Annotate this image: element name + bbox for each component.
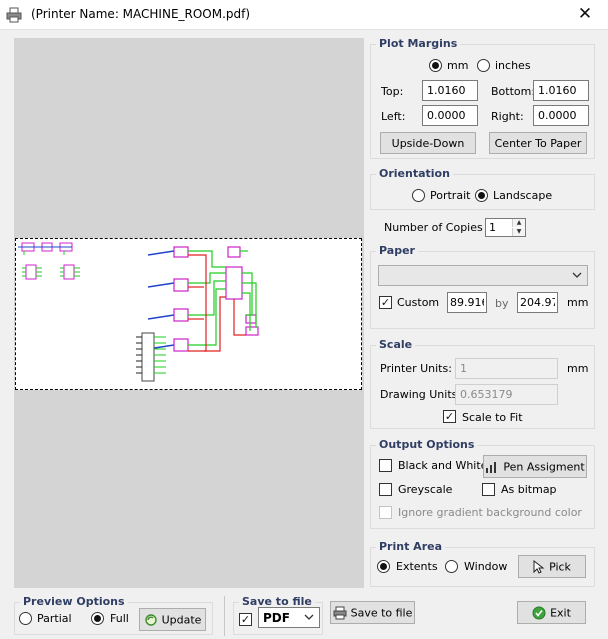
- printer-units-label: Printer Units:: [380, 362, 452, 375]
- ignore-gradient-label: Ignore gradient background color: [398, 506, 582, 519]
- paper-by-label: by: [495, 297, 509, 310]
- pen-assignment-button[interactable]: Pen Assigment: [483, 455, 587, 478]
- schematic-drawing: [18, 242, 259, 382]
- greyscale-label: Greyscale: [398, 483, 453, 496]
- plot-margins-group: Plot Margins mm inches Top: Bottom: Left…: [370, 37, 595, 159]
- top-margin-input[interactable]: [422, 80, 478, 101]
- bar-chart-icon: [486, 461, 497, 473]
- save-to-file-checkbox[interactable]: ✓: [239, 613, 252, 626]
- chevron-down-icon: [572, 272, 582, 278]
- chevron-down-icon: [304, 614, 314, 620]
- printer-icon: [6, 7, 22, 23]
- window-title: (Printer Name: MACHINE_ROOM.pdf): [31, 7, 251, 21]
- full-label: Full: [110, 612, 129, 625]
- save-to-file-label: Save to file: [350, 606, 413, 619]
- copies-up-arrow[interactable]: ▲: [512, 219, 525, 227]
- update-label: Update: [161, 613, 202, 626]
- landscape-label: Landscape: [493, 189, 553, 202]
- unit-mm-radio[interactable]: [429, 59, 442, 72]
- preview-sheet: [15, 238, 362, 390]
- refresh-icon: [144, 613, 157, 626]
- black-white-checkbox[interactable]: [379, 459, 392, 472]
- output-options-legend: Output Options: [376, 438, 478, 451]
- file-format-value: PDF: [263, 611, 290, 625]
- right-margin-input[interactable]: [533, 105, 589, 126]
- print-preview-area[interactable]: [14, 38, 364, 588]
- paper-height-input[interactable]: [517, 292, 558, 313]
- as-bitmap-label: As bitmap: [501, 483, 557, 496]
- scale-to-fit-label: Scale to Fit: [462, 411, 523, 424]
- copies-stepper[interactable]: 1 ▲ ▼: [485, 218, 526, 237]
- extents-radio[interactable]: [377, 560, 390, 573]
- paper-legend: Paper: [376, 244, 418, 257]
- print-area-legend: Print Area: [376, 540, 445, 553]
- save-to-file-group: Save to file ✓ PDF: [233, 595, 323, 635]
- print-area-group: Print Area Extents Window Pick: [370, 540, 595, 587]
- paper-size-select[interactable]: [378, 265, 588, 286]
- paper-group: Paper ✓ Custom by mm: [370, 244, 595, 329]
- bottom-margin-input[interactable]: [533, 80, 589, 101]
- extents-label: Extents: [396, 560, 438, 573]
- copies-value: 1: [489, 221, 496, 234]
- left-margin-label: Left:: [381, 110, 406, 123]
- black-white-label: Black and White: [398, 459, 488, 472]
- bottom-divider: [224, 596, 225, 636]
- portrait-radio[interactable]: [412, 189, 425, 202]
- close-button[interactable]: ✕: [562, 0, 608, 30]
- left-margin-input[interactable]: [422, 105, 478, 126]
- output-options-group: Output Options Black and White Pen Assig…: [370, 438, 595, 529]
- upside-down-button[interactable]: Upside-Down: [380, 132, 476, 154]
- title-bar: (Printer Name: MACHINE_ROOM.pdf) ✕: [0, 0, 608, 30]
- full-radio[interactable]: [91, 612, 104, 625]
- right-margin-label: Right:: [491, 110, 524, 123]
- scale-group: Scale Printer Units: mm Drawing Units: ✓…: [370, 338, 595, 429]
- bottom-margin-label: Bottom:: [491, 85, 536, 98]
- copies-down-arrow[interactable]: ▼: [512, 228, 525, 236]
- greyscale-checkbox[interactable]: [379, 483, 392, 496]
- window-label: Window: [464, 560, 508, 573]
- custom-paper-checkbox[interactable]: ✓: [379, 296, 392, 309]
- pick-label: Pick: [549, 560, 571, 573]
- landscape-radio[interactable]: [475, 189, 488, 202]
- cursor-icon: [533, 559, 545, 574]
- window-radio[interactable]: [445, 560, 458, 573]
- top-margin-label: Top:: [381, 85, 404, 98]
- exit-label: Exit: [550, 606, 571, 619]
- custom-paper-label: Custom: [397, 296, 440, 309]
- exit-button[interactable]: Exit: [517, 601, 586, 624]
- portrait-label: Portrait: [430, 189, 471, 202]
- ignore-gradient-checkbox: [379, 506, 392, 519]
- preview-options-group: Preview Options Partial Full Update: [14, 595, 213, 635]
- partial-radio[interactable]: [19, 612, 32, 625]
- as-bitmap-checkbox[interactable]: [482, 483, 495, 496]
- scale-legend: Scale: [376, 338, 416, 351]
- printer-units-unit: mm: [567, 362, 589, 375]
- paper-width-input[interactable]: [447, 292, 487, 313]
- save-to-file-button[interactable]: Save to file: [330, 601, 415, 624]
- check-circle-icon: [532, 606, 546, 619]
- unit-inches-radio[interactable]: [477, 59, 490, 72]
- pen-assignment-label: Pen Assigment: [503, 460, 585, 473]
- printer-icon: [333, 606, 347, 619]
- unit-mm-label: mm: [447, 59, 469, 72]
- printer-units-input: [455, 358, 558, 379]
- unit-inches-label: inches: [495, 59, 531, 72]
- drawing-units-input: [455, 384, 558, 405]
- preview-options-legend: Preview Options: [20, 595, 128, 608]
- scale-to-fit-checkbox[interactable]: ✓: [443, 410, 456, 423]
- orientation-legend: Orientation: [376, 167, 453, 180]
- update-button[interactable]: Update: [139, 608, 206, 631]
- orientation-group: Orientation Portrait Landscape: [370, 167, 595, 210]
- pick-button[interactable]: Pick: [518, 555, 586, 578]
- plot-margins-legend: Plot Margins: [376, 37, 461, 50]
- file-format-select[interactable]: PDF: [258, 607, 320, 628]
- drawing-units-label: Drawing Units:: [380, 388, 462, 401]
- center-to-paper-button[interactable]: Center To Paper: [489, 132, 587, 154]
- paper-unit-label: mm: [567, 296, 589, 309]
- partial-label: Partial: [37, 612, 72, 625]
- copies-label: Number of Copies :: [384, 221, 490, 234]
